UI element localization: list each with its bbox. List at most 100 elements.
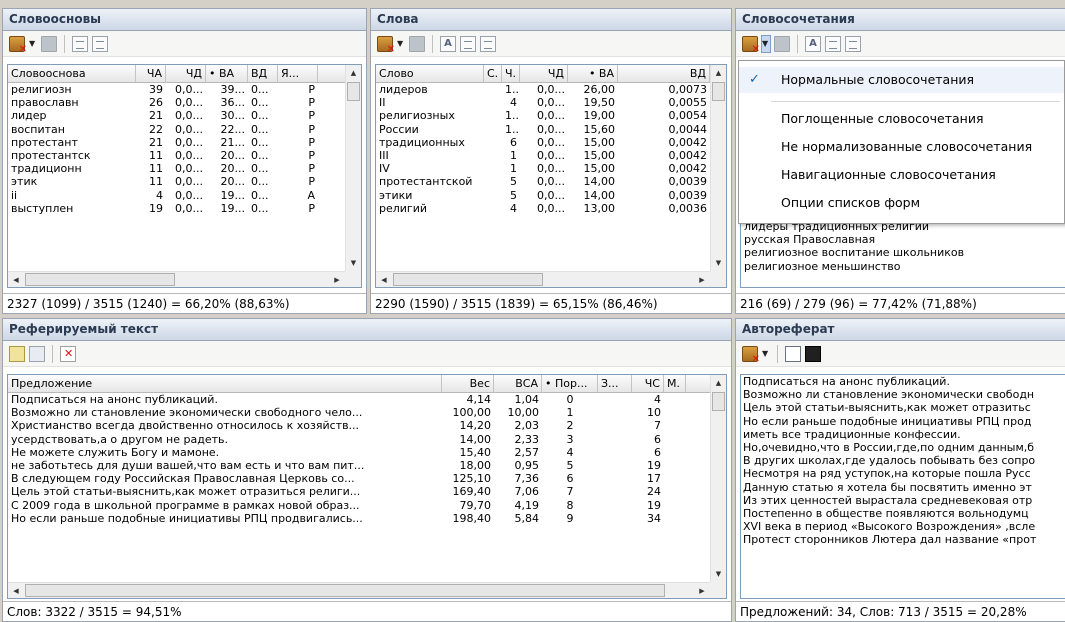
scroll-left-icon[interactable]: ◀ <box>376 272 392 287</box>
font-icon[interactable]: A <box>440 35 456 52</box>
table-row[interactable]: религий 4 0,0... 13,00 0,0036 <box>376 202 726 215</box>
scroll-right-icon[interactable]: ▶ <box>694 583 710 598</box>
table-row[interactable]: Не можете служить Богу и мамоне. 15,40 2,5… <box>8 446 726 459</box>
table-row[interactable]: Но если раньше подобные инициативы РПЦ п… <box>8 512 726 525</box>
table-cell <box>664 512 686 525</box>
table-row[interactable]: В следующем году Российская Православная… <box>8 472 726 485</box>
menu-item-navigation[interactable]: Навигационные словосочетания <box>739 162 1064 188</box>
table-row[interactable]: религиозн 39 0,0... 39... 0... Р <box>8 83 361 96</box>
scroll-right-icon[interactable]: ▶ <box>329 272 345 287</box>
menu-item-normal[interactable]: ✓ Нормальные словосочетания <box>739 67 1064 93</box>
table-row[interactable]: воспитан 22 0,0... 22... 0... Р <box>8 123 361 136</box>
table-row[interactable]: Подписаться на анонс публикаций. 4,14 1,04… <box>8 393 726 406</box>
table-row[interactable]: лидер 21 0,0... 30... 0... Р <box>8 109 361 122</box>
horizontal-scrollbar[interactable]: ◀ ▶ <box>8 582 710 598</box>
table-row[interactable]: православн 26 0,0... 36... 0... Р <box>8 96 361 109</box>
table-row[interactable]: усердствовать,а о другом не радеть. 14,00… <box>8 433 726 446</box>
col-header[interactable]: • Пор... <box>542 375 598 392</box>
list-item[interactable]: русская Православная <box>741 233 1065 246</box>
col-header[interactable]: ЧД <box>520 65 568 82</box>
table-cell <box>484 109 502 122</box>
scroll-down-icon[interactable]: ▼ <box>711 255 726 271</box>
col-header[interactable]: ЧС <box>632 375 664 392</box>
scroll-left-icon[interactable]: ◀ <box>8 272 24 287</box>
document-list-icon[interactable] <box>92 35 108 52</box>
table-row[interactable]: традиционных 6 0,0... 15,00 0,0042 <box>376 136 726 149</box>
col-header[interactable]: ЧА <box>136 65 166 82</box>
abstract-text[interactable]: Подписаться на анонс публикаций. Возможно… <box>740 374 1065 599</box>
scroll-up-icon[interactable]: ▲ <box>346 65 361 81</box>
scroll-up-icon[interactable]: ▲ <box>711 65 726 81</box>
copy-icon[interactable] <box>785 345 801 362</box>
abstract-panel: Автореферат ▼ Подписаться на анонс публи… <box>735 318 1065 622</box>
database-clear-icon[interactable] <box>9 35 27 55</box>
horizontal-scrollbar[interactable]: ◀ ▶ <box>8 271 345 287</box>
col-header[interactable]: • ВА <box>206 65 248 82</box>
table-row[interactable]: Христианство всегда двойственно относило… <box>8 419 726 432</box>
database-clear-icon[interactable] <box>742 35 760 55</box>
dropdown-arrow-icon[interactable]: ▼ <box>29 36 37 52</box>
col-header[interactable]: С. <box>484 65 502 82</box>
menu-item-list-options[interactable]: Опции списков форм <box>739 190 1064 216</box>
dropdown-arrow-icon[interactable]: ▼ <box>762 346 770 362</box>
database-clear-icon[interactable] <box>377 35 395 55</box>
dropdown-arrow-icon[interactable]: ▼ <box>761 34 771 53</box>
document-icon[interactable] <box>825 35 841 52</box>
table-row[interactable]: лидеров 1... 0,0... 26,00 0,0073 <box>376 83 726 96</box>
horizontal-scrollbar[interactable]: ◀ ▶ <box>376 271 710 287</box>
col-header[interactable]: Ч. <box>502 65 520 82</box>
col-header[interactable]: Вес <box>442 375 494 392</box>
col-header[interactable]: Предложение <box>8 375 442 392</box>
vertical-scrollbar[interactable]: ▲ ▼ <box>345 65 361 271</box>
table-row[interactable]: С 2009 года в школьной программе в рамка… <box>8 499 726 512</box>
delete-icon[interactable] <box>60 345 76 362</box>
list-item[interactable]: религиозное меньшинство <box>741 260 1065 273</box>
table-row[interactable]: III 1 0,0... 15,00 0,0042 <box>376 149 726 162</box>
table-row[interactable]: протестантской 5 0,0... 14,00 0,0039 <box>376 175 726 188</box>
table-row[interactable]: II 4 0,0... 19,50 0,0055 <box>376 96 726 109</box>
table-row[interactable]: протестантск 11 0,0... 20... 0... Р <box>8 149 361 162</box>
list-item[interactable]: религиозное воспитание школьников <box>741 246 1065 259</box>
table-row[interactable]: протестант 21 0,0... 21... 0... Р <box>8 136 361 149</box>
scroll-down-icon[interactable]: ▼ <box>711 566 726 582</box>
col-header[interactable]: ВД <box>248 65 278 82</box>
scroll-left-icon[interactable]: ◀ <box>8 583 24 598</box>
table-row[interactable]: традиционн 11 0,0... 20... 0... Р <box>8 162 361 175</box>
table-row[interactable]: России 1... 0,0... 15,60 0,0044 <box>376 123 726 136</box>
scroll-down-icon[interactable]: ▼ <box>346 255 361 271</box>
scroll-up-icon[interactable]: ▲ <box>711 375 726 391</box>
col-header[interactable]: ВД <box>618 65 710 82</box>
table-row[interactable]: религиозных 1... 0,0... 19,00 0,0054 <box>376 109 726 122</box>
font-icon[interactable]: A <box>805 35 821 52</box>
col-header[interactable]: • ВА <box>568 65 618 82</box>
table-row[interactable]: ii 4 0,0... 19... 0... А <box>8 189 361 202</box>
vertical-scrollbar[interactable]: ▲ ▼ <box>710 65 726 271</box>
document-icon[interactable] <box>72 35 88 52</box>
table-row[interactable]: этики 5 0,0... 14,00 0,0039 <box>376 189 726 202</box>
vertical-scrollbar[interactable]: ▲ ▼ <box>710 375 726 582</box>
document-list-icon[interactable] <box>480 35 496 52</box>
select-all-icon[interactable] <box>9 345 25 362</box>
menu-item-absorbed[interactable]: Поглощенные словосочетания <box>739 106 1064 132</box>
table-row[interactable]: выступлен 19 0,0... 19... 0... Р <box>8 202 361 215</box>
scroll-right-icon[interactable]: ▶ <box>694 272 710 287</box>
table-row[interactable]: Цель этой статьи-выяснить,как может отра… <box>8 485 726 498</box>
edit-icon[interactable] <box>29 345 45 362</box>
table-row[interactable]: IV 1 0,0... 15,00 0,0042 <box>376 162 726 175</box>
col-header[interactable]: Я... <box>278 65 318 82</box>
database-clear-icon[interactable] <box>742 345 760 365</box>
col-header[interactable]: ВСА <box>494 375 542 392</box>
document-list-icon[interactable] <box>845 35 861 52</box>
col-header[interactable]: ЧД <box>166 65 206 82</box>
col-header[interactable]: Слово <box>376 65 484 82</box>
save-icon[interactable] <box>805 345 821 362</box>
document-icon[interactable] <box>460 35 476 52</box>
col-header[interactable]: М. <box>664 375 686 392</box>
menu-item-non-normalized[interactable]: Не нормализованные словосочетания <box>739 134 1064 160</box>
col-header[interactable]: Словооснова <box>8 65 136 82</box>
table-row[interactable]: не заботьтесь для души вашей,что вам ест… <box>8 459 726 472</box>
table-row[interactable]: Возможно ли становление экономически сво… <box>8 406 726 419</box>
dropdown-arrow-icon[interactable]: ▼ <box>397 36 405 52</box>
col-header[interactable]: З... <box>598 375 632 392</box>
table-row[interactable]: этик 11 0,0... 20... 0... Р <box>8 175 361 188</box>
